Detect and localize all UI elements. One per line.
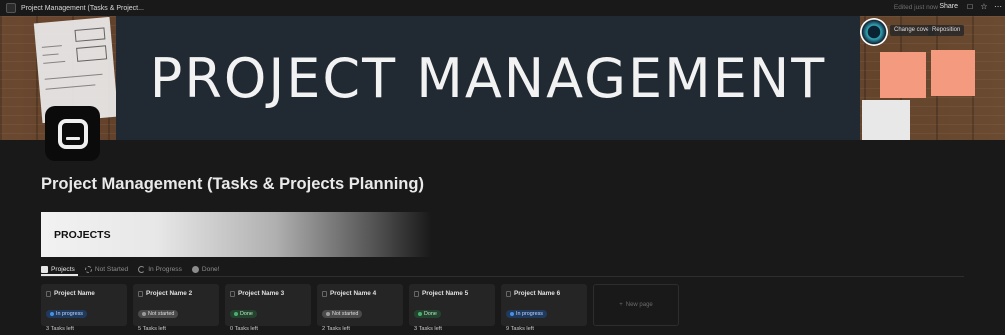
tasks-left: 0 Tasks left <box>230 326 258 332</box>
project-name: Project Name 5 <box>422 290 469 297</box>
sticky-note <box>931 50 975 96</box>
project-card[interactable]: Project Name 2 Not started 5 Tasks left <box>133 284 219 332</box>
banner-label: PROJECTS <box>54 229 111 241</box>
edited-status: Edited just now <box>893 4 938 11</box>
project-card[interactable]: Project Name In progress 3 Tasks left <box>41 284 127 332</box>
folder-icon <box>41 265 48 273</box>
camera-lens <box>860 18 888 46</box>
project-name: Project Name 6 <box>514 290 561 297</box>
circle-half-icon <box>138 265 146 273</box>
page-title[interactable]: Project Management (Tasks & Projects Pla… <box>41 175 424 194</box>
project-card[interactable]: Project Name 6 In progress 9 Tasks left <box>501 284 587 332</box>
project-gallery: Project Name In progress 3 Tasks left Pr… <box>41 284 679 332</box>
project-name: Project Name <box>54 290 95 297</box>
more-icon[interactable]: ⋯ <box>993 2 1003 12</box>
tasks-left: 9 Tasks left <box>506 326 534 332</box>
window-icon <box>57 118 88 149</box>
project-card[interactable]: Project Name 3 Done 0 Tasks left <box>225 284 311 332</box>
tab-not-started[interactable]: Not Started <box>84 263 128 275</box>
status-badge: In progress <box>506 310 547 318</box>
cover-headline: PROJECT MANAGEMENT <box>149 46 827 110</box>
document-icon <box>322 290 327 297</box>
status-badge: In progress <box>46 310 87 318</box>
status-badge: Done <box>414 310 441 318</box>
document-icon <box>138 290 143 297</box>
status-badge: Not started <box>322 310 363 318</box>
share-button[interactable]: Share <box>939 3 958 10</box>
project-card[interactable]: Project Name 5 Done 3 Tasks left <box>409 284 495 332</box>
top-bar: Project Management (Tasks & Project... E… <box>0 0 1005 16</box>
tasks-left: 2 Tasks left <box>322 326 350 332</box>
document-icon <box>46 290 51 297</box>
project-name: Project Name 2 <box>146 290 193 297</box>
circle-dashed-icon <box>84 265 92 273</box>
cover-image: PROJECT MANAGEMENT Change cover Repositi… <box>0 16 1005 140</box>
paper-stack <box>862 100 910 140</box>
page-icon-small <box>6 3 16 13</box>
check-circle-icon <box>191 265 199 273</box>
project-name: Project Name 3 <box>238 290 285 297</box>
status-badge: Not started <box>138 310 179 318</box>
tab-done[interactable]: Done! <box>191 263 220 275</box>
tasks-left: 3 Tasks left <box>46 326 74 332</box>
reposition-button[interactable]: Reposition <box>928 25 965 36</box>
projects-banner: PROJECTS <box>41 212 431 257</box>
status-badge: Done <box>230 310 257 318</box>
divider <box>41 276 964 277</box>
new-page-button[interactable]: + New page <box>593 284 679 326</box>
document-icon <box>230 290 235 297</box>
project-name: Project Name 4 <box>330 290 377 297</box>
document-icon <box>506 290 511 297</box>
plus-icon: + <box>619 302 623 308</box>
comment-icon[interactable]: □ <box>965 2 975 12</box>
sticky-note <box>880 52 926 98</box>
tasks-left: 5 Tasks left <box>138 326 166 332</box>
project-card[interactable]: Project Name 4 Not started 2 Tasks left <box>317 284 403 332</box>
tab-in-progress[interactable]: In Progress <box>138 263 182 275</box>
page-icon[interactable] <box>45 106 100 161</box>
tasks-left: 3 Tasks left <box>414 326 442 332</box>
breadcrumb[interactable]: Project Management (Tasks & Project... <box>21 5 144 12</box>
document-icon <box>414 290 419 297</box>
star-icon[interactable]: ☆ <box>979 2 989 12</box>
